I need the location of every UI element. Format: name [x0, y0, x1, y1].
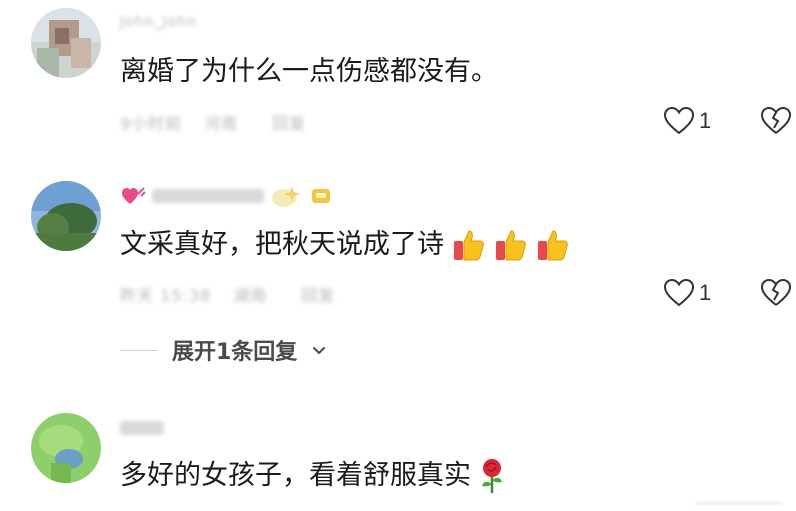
rose-emoji — [482, 459, 502, 493]
broken-heart-icon — [761, 279, 791, 306]
thumbs-up-emoji — [496, 230, 526, 261]
comment-meta: 9小时前 河南 回复 — [120, 110, 306, 134]
comment-text: 多好的女孩子，看着舒服真实 — [120, 458, 507, 494]
sparkle-badge-icon — [272, 186, 300, 207]
comment-text: 离婚了为什么一点伤感都没有。 — [120, 55, 498, 89]
heart-outline-icon — [663, 106, 695, 135]
username[interactable] — [120, 186, 332, 207]
thumbs-up-emoji — [538, 230, 568, 261]
avatar[interactable] — [31, 181, 101, 251]
username-text — [152, 189, 264, 203]
broken-heart-icon — [761, 107, 791, 134]
avatar[interactable] — [31, 413, 101, 483]
expand-replies-button[interactable]: 展开1条回复 — [120, 334, 327, 366]
username[interactable]: John_John — [120, 12, 197, 32]
like-button[interactable]: 1 — [663, 106, 711, 136]
chevron-down-icon — [313, 347, 326, 354]
divider-line — [120, 349, 158, 351]
username-text: John_John — [120, 14, 197, 30]
watermark: ▁▁▁▁▁▁▁▁ — [695, 489, 782, 505]
dislike-button[interactable] — [760, 106, 792, 140]
expand-replies-label: 展开1条回复 — [172, 340, 298, 365]
avatar[interactable] — [31, 8, 101, 78]
thumbs-up-emoji — [454, 230, 484, 261]
comment-text-content: 离婚了为什么一点伤感都没有。 — [120, 56, 498, 87]
comment-meta: 昨天 15:38 湖南 回复 — [120, 282, 335, 306]
like-count: 1 — [699, 108, 712, 133]
level-badge-icon — [312, 189, 330, 203]
comment-text-content: 多好的女孩子，看着舒服真实 — [120, 460, 471, 491]
comment-text-content: 文采真好，把秋天说成了诗 — [120, 229, 444, 260]
comment-time: 9小时前 — [120, 114, 183, 133]
like-button[interactable]: 1 — [663, 278, 711, 308]
like-count: 1 — [699, 280, 712, 305]
heart-deco-icon — [122, 187, 146, 204]
username[interactable] — [120, 418, 164, 438]
username-text — [120, 421, 164, 435]
reply-button[interactable]: 回复 — [272, 110, 306, 134]
comment-location: 湖南 — [233, 286, 268, 305]
dislike-button[interactable] — [760, 278, 792, 312]
reply-button[interactable]: 回复 — [301, 282, 335, 306]
comment-time: 昨天 15:38 — [120, 286, 212, 305]
comment-location: 河南 — [204, 114, 239, 133]
comment-text: 文采真好，把秋天说成了诗 — [120, 228, 570, 262]
heart-outline-icon — [663, 278, 695, 307]
